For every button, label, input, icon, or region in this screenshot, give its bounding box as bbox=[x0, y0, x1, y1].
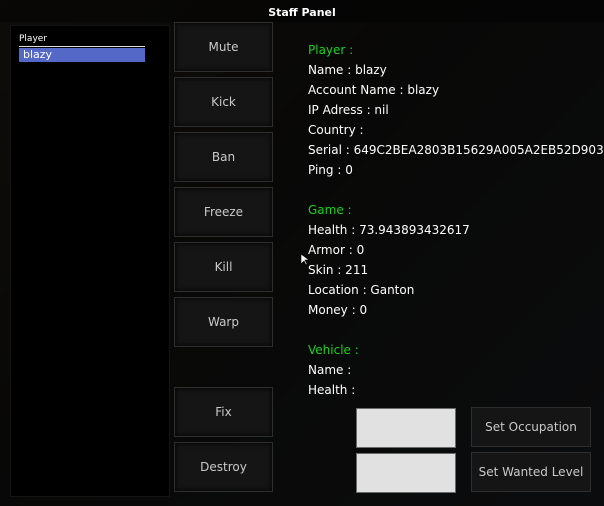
player-gridlist[interactable]: Player blazy bbox=[10, 25, 170, 497]
vehicle-name-label: Name : bbox=[308, 363, 352, 377]
wanted-level-input[interactable] bbox=[356, 453, 456, 493]
window-title: Staff Panel bbox=[0, 0, 604, 22]
country-label: Country : bbox=[308, 123, 364, 137]
ip-address-label: IP Adress : nil bbox=[308, 103, 389, 117]
money-label: Money : 0 bbox=[308, 303, 368, 317]
game-section-heading: Game : bbox=[308, 203, 352, 217]
freeze-button[interactable]: Freeze bbox=[174, 187, 273, 237]
skin-label: Skin : 211 bbox=[308, 263, 369, 277]
kick-button[interactable]: Kick bbox=[174, 77, 273, 127]
set-occupation-button[interactable]: Set Occupation bbox=[471, 407, 591, 447]
gridlist-row[interactable]: blazy bbox=[19, 48, 145, 62]
account-name-label: Account Name : blazy bbox=[308, 83, 440, 97]
staff-panel-window: Staff Panel Player blazy Mute Kick Ban F… bbox=[0, 0, 604, 506]
health-label: Health : 73.943893432617 bbox=[308, 223, 470, 237]
set-wanted-level-button[interactable]: Set Wanted Level bbox=[471, 452, 591, 492]
warp-button[interactable]: Warp bbox=[174, 297, 273, 347]
armor-label: Armor : 0 bbox=[308, 243, 365, 257]
ban-button[interactable]: Ban bbox=[174, 132, 273, 182]
location-label: Location : Ganton bbox=[308, 283, 415, 297]
ping-label: Ping : 0 bbox=[308, 163, 353, 177]
destroy-button[interactable]: Destroy bbox=[174, 442, 273, 492]
player-section-heading: Player : bbox=[308, 43, 354, 57]
kill-button[interactable]: Kill bbox=[174, 242, 273, 292]
occupation-input[interactable] bbox=[356, 408, 456, 448]
serial-label: Serial : 649C2BEA2803B15629A005A2EB52D90… bbox=[308, 143, 604, 157]
mute-button[interactable]: Mute bbox=[174, 22, 273, 72]
mouse-cursor-icon bbox=[301, 254, 309, 266]
vehicle-section-heading: Vehicle : bbox=[308, 343, 359, 357]
gridlist-column-header[interactable]: Player bbox=[19, 32, 145, 46]
fix-button[interactable]: Fix bbox=[174, 387, 273, 437]
player-name-label: Name : blazy bbox=[308, 63, 387, 77]
vehicle-health-label: Health : bbox=[308, 383, 356, 397]
gridlist-divider bbox=[19, 46, 145, 47]
